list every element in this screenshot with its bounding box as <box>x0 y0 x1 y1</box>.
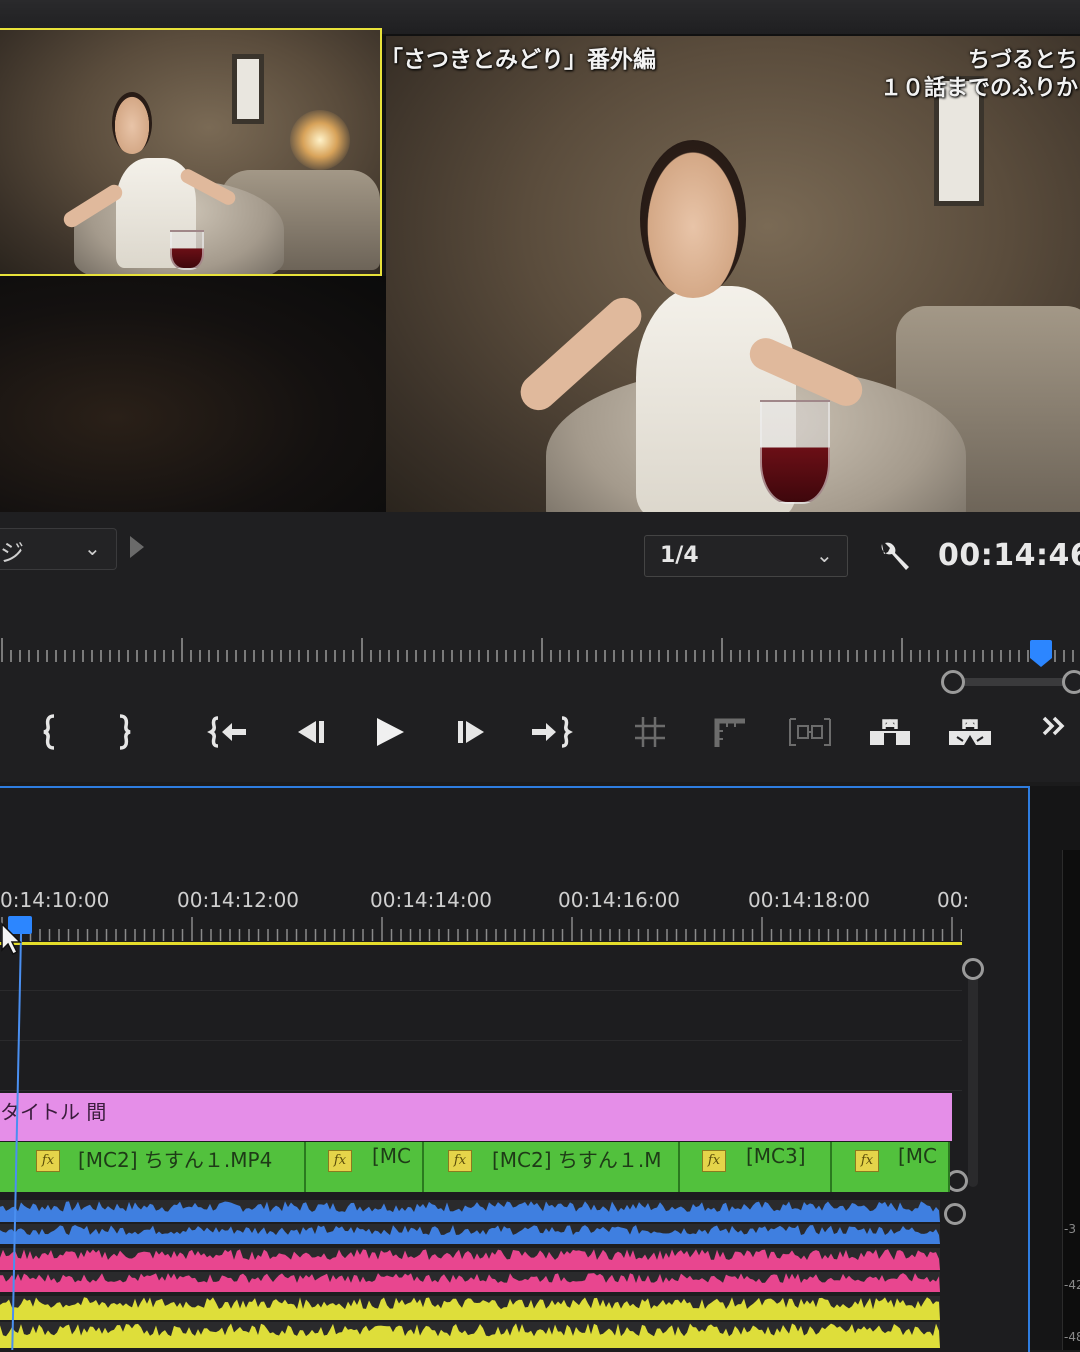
wine-glass <box>170 230 204 270</box>
fx-badge[interactable]: fx <box>328 1150 352 1172</box>
go-to-in-button[interactable] <box>206 708 254 756</box>
person-head <box>112 92 152 154</box>
timeline-ruler-label: 00:14:18:00 <box>748 888 871 912</box>
step-forward-icon <box>458 721 484 743</box>
safe-margins-icon <box>714 718 745 747</box>
fx-badge[interactable]: fx <box>855 1150 879 1172</box>
monitor-playhead-tip <box>1030 658 1052 667</box>
fx-badge[interactable]: fx <box>448 1150 472 1172</box>
video-corner-caption-line2: １０話までのふりか <box>879 75 1078 101</box>
audio-tracks[interactable] <box>0 1196 940 1350</box>
timeline-time-ruler[interactable] <box>0 915 962 943</box>
audio-scroll-handle[interactable] <box>944 1203 966 1225</box>
video-title-caption: 「さつきとみどり」番外編 <box>380 46 656 73</box>
zoom-handle-left[interactable] <box>941 670 965 694</box>
fx-badge[interactable]: fx <box>702 1150 726 1172</box>
trim-button[interactable] <box>786 708 834 756</box>
trim-icon <box>789 718 831 746</box>
step-forward-button[interactable] <box>448 708 496 756</box>
panel-arrow-icon[interactable] <box>130 536 144 558</box>
go-to-out-button[interactable] <box>526 708 574 756</box>
lift-button[interactable] <box>866 708 914 756</box>
step-back-icon <box>298 721 324 743</box>
work-area-bar[interactable] <box>0 942 962 945</box>
fit-mode-label: ジ <box>0 539 24 567</box>
timeline-ruler-label: 00:14:14:00 <box>370 888 493 912</box>
track-divider <box>0 1090 962 1091</box>
zoom-handle-right[interactable] <box>1062 670 1080 694</box>
monitor-playhead[interactable] <box>1030 640 1052 658</box>
mark-in-icon <box>43 714 55 750</box>
playback-resolution-value: 1/4 <box>660 543 699 568</box>
program-video-frame[interactable] <box>386 36 1080 512</box>
wine-glass <box>760 400 830 504</box>
audio-meter <box>1062 850 1080 1350</box>
timeline-ruler-label: 00: <box>937 888 970 912</box>
person-head <box>640 140 746 298</box>
add-marker-button[interactable] <box>626 708 674 756</box>
title-clip[interactable] <box>0 1093 952 1141</box>
video-clip-label: [MC <box>898 1144 938 1168</box>
wrench-icon[interactable] <box>874 536 914 576</box>
video-clip-label: [MC2] ちすん１.MP4 <box>78 1148 273 1172</box>
monitor-top-bezel <box>0 0 1080 34</box>
extract-icon <box>949 719 991 745</box>
chevron-down-icon: ⌄ <box>84 536 101 560</box>
track-divider <box>0 990 962 991</box>
meter-scale-label: -48 <box>1064 1330 1080 1344</box>
fx-badge[interactable]: fx <box>36 1150 60 1172</box>
lift-icon <box>870 719 910 745</box>
play-button[interactable] <box>366 708 414 756</box>
double-chevron-right-icon <box>1042 716 1065 736</box>
lamp <box>290 110 350 170</box>
meter-scale-label: -42 <box>1064 1278 1080 1292</box>
safe-margins-button[interactable] <box>706 708 754 756</box>
timeline-ruler-label: 00:14:16:00 <box>558 888 681 912</box>
video-clip-label: [MC2] ちすん１.M <box>492 1148 662 1172</box>
timeline-vertical-scrollbar[interactable] <box>968 972 978 1187</box>
wall-picture <box>232 54 264 124</box>
empty-multicam-quadrant[interactable] <box>0 276 386 512</box>
timeline-ruler-label: 00:14:12:00 <box>177 888 300 912</box>
mark-out-icon <box>119 714 131 750</box>
more-controls-button[interactable] <box>1030 702 1078 750</box>
extract-button[interactable] <box>946 708 994 756</box>
chevron-down-icon: ⌄ <box>816 543 833 567</box>
video-clip-label: [MC <box>372 1144 412 1168</box>
multicam-angle-preview[interactable] <box>0 28 382 276</box>
go-to-in-icon <box>207 716 246 748</box>
marker-icon <box>635 717 665 747</box>
playhead-timecode[interactable]: 00:14:46: <box>938 538 1080 573</box>
step-back-button[interactable] <box>286 708 334 756</box>
timeline-ruler-label: 0:14:10:00 <box>0 888 110 912</box>
play-icon <box>377 718 404 746</box>
scroll-handle-top[interactable] <box>962 958 984 980</box>
mouse-cursor-icon <box>1 922 22 956</box>
monitor-time-ruler[interactable] <box>0 630 1080 670</box>
go-to-out-icon <box>532 716 573 748</box>
meter-scale-label: -3 <box>1064 1222 1076 1236</box>
mark-out-button[interactable] <box>100 708 148 756</box>
video-clip-label: [MC3] <box>746 1144 806 1168</box>
mark-in-button[interactable] <box>26 708 74 756</box>
track-divider <box>0 1040 962 1041</box>
